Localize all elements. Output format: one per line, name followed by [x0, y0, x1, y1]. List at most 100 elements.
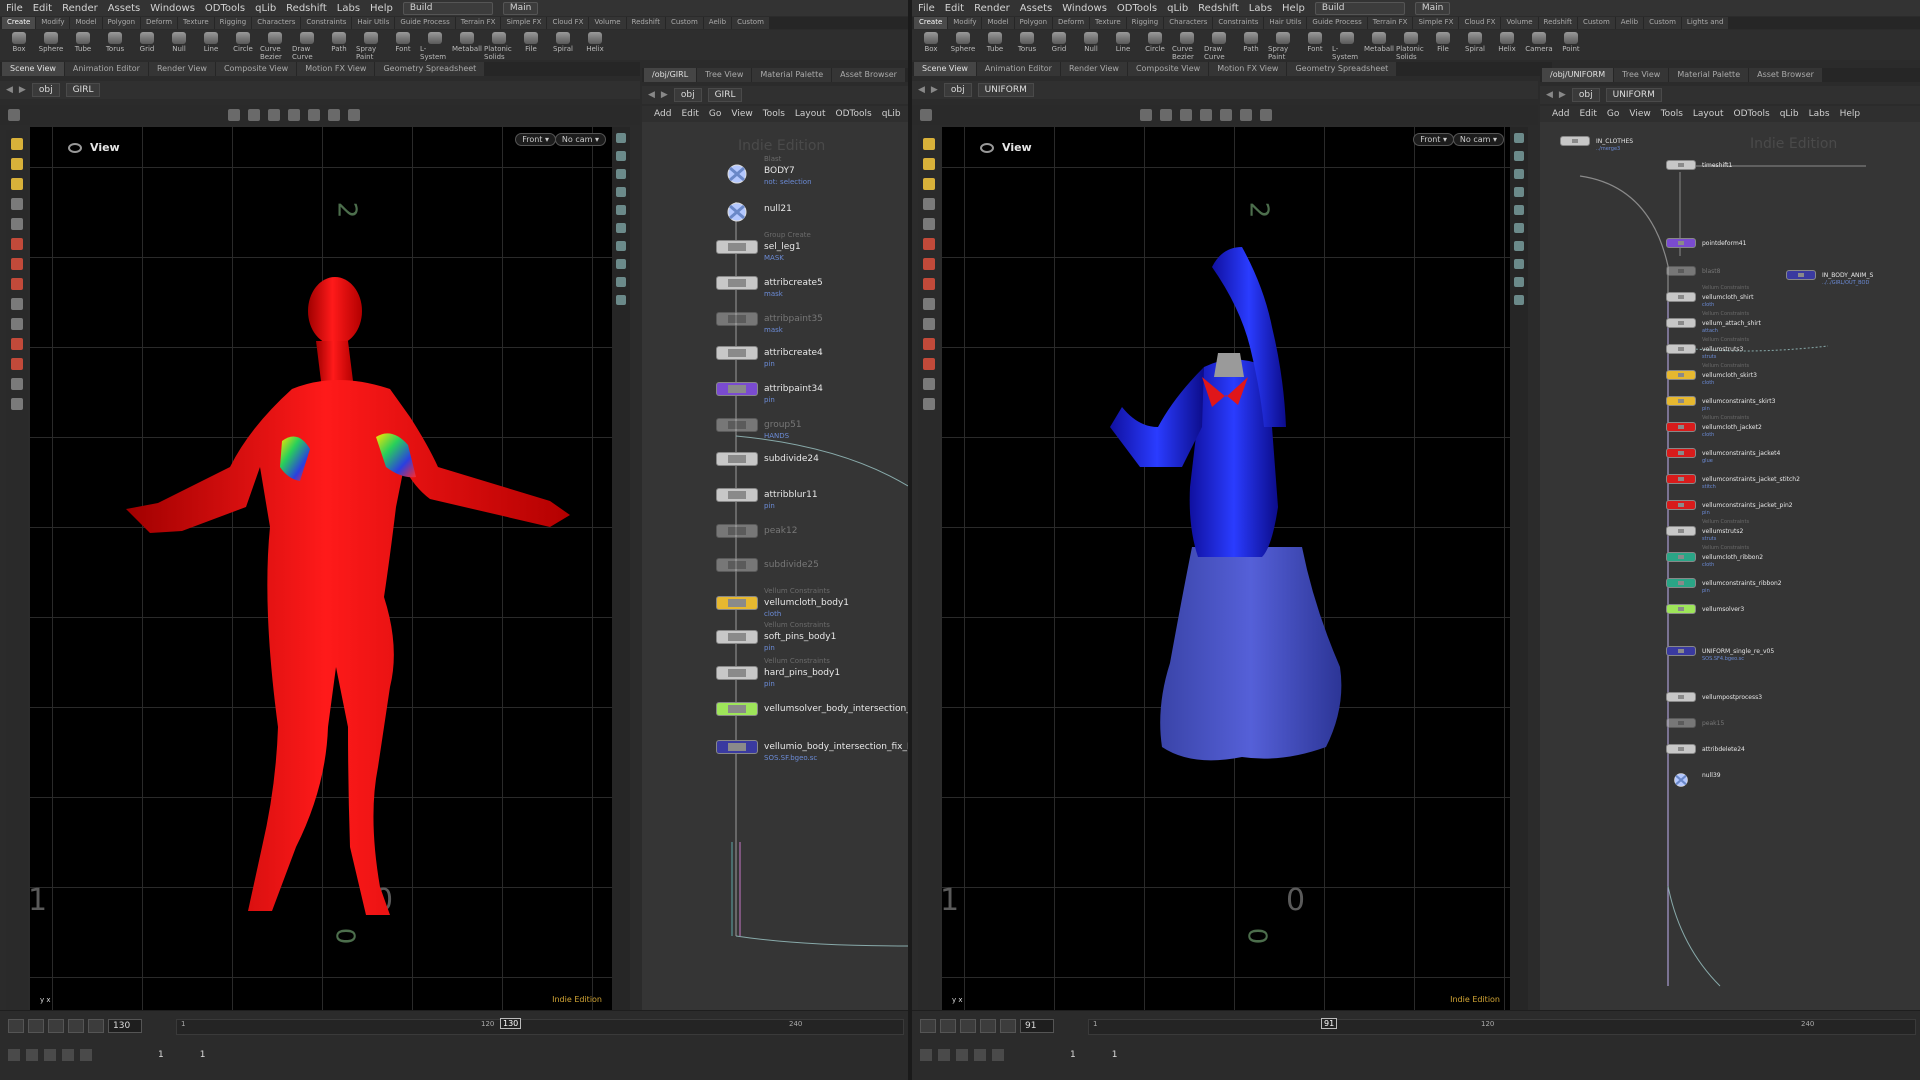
tool-spray-paint[interactable]: Spray Paint: [1268, 32, 1298, 61]
audio-icon[interactable]: [8, 1049, 20, 1061]
menu-labs[interactable]: Labs: [1249, 3, 1272, 14]
frame-cursor[interactable]: 91: [1321, 1018, 1338, 1029]
tool-camera[interactable]: Camera: [1524, 32, 1554, 53]
settings-icon[interactable]: [992, 1049, 1004, 1061]
tool-curve-bezier[interactable]: Curve Bezier: [260, 32, 290, 61]
shelf-tab[interactable]: Hair Utils: [352, 17, 395, 29]
stop-icon[interactable]: [960, 1019, 976, 1033]
tool-box[interactable]: Box: [4, 32, 34, 53]
network-node[interactable]: vellumconstraints_skirt3 pin: [1666, 396, 1775, 412]
network-node[interactable]: null21: [716, 202, 792, 222]
shelf-tab[interactable]: Rigging: [1126, 17, 1164, 29]
handle-icon[interactable]: [923, 138, 935, 150]
current-frame-field[interactable]: 91: [1020, 1019, 1054, 1033]
stop-icon[interactable]: [48, 1019, 64, 1033]
guide-icon[interactable]: [616, 295, 626, 305]
tool-tube[interactable]: Tube: [68, 32, 98, 53]
tool-point[interactable]: Point: [1556, 32, 1586, 53]
snapshot-icon[interactable]: [923, 398, 935, 410]
girl-body-mesh[interactable]: [30, 127, 612, 1010]
menu-odtools[interactable]: ODTools: [1117, 3, 1157, 14]
network-node[interactable]: soft_pins_body1 Vellum Constraints pin: [716, 621, 836, 652]
shelf-tab[interactable]: Redshift: [1538, 17, 1577, 29]
network-node[interactable]: vellumconstraints_ribbon2 pin: [1666, 578, 1782, 594]
tool-circle[interactable]: Circle: [228, 32, 258, 53]
network-node[interactable]: IN_BODY_ANIM_S ../../GIRL/OUT_BOD: [1786, 270, 1873, 286]
menu-edit[interactable]: Edit: [33, 3, 52, 14]
network-node[interactable]: subdivide24: [716, 452, 819, 466]
select-objects-icon[interactable]: [923, 318, 935, 330]
pose-icon[interactable]: [11, 158, 23, 170]
shelf-tab[interactable]: Model: [982, 17, 1014, 29]
network-node[interactable]: attribdelete24: [1666, 744, 1745, 754]
tool-file[interactable]: File: [1428, 32, 1458, 53]
light-icon[interactable]: [1514, 205, 1524, 215]
network-node[interactable]: sel_leg1 Group Create MASK: [716, 231, 811, 262]
bounds-icon[interactable]: [1514, 241, 1524, 251]
network-node[interactable]: vellumpostprocess3: [1666, 692, 1762, 702]
menu-labs[interactable]: Labs: [337, 3, 360, 14]
camera-icon[interactable]: [1514, 187, 1524, 197]
bounds-icon[interactable]: [616, 241, 626, 251]
menu-edit[interactable]: Edit: [945, 3, 964, 14]
path-root[interactable]: obj: [673, 88, 702, 102]
lock-icon[interactable]: [923, 218, 935, 230]
tool-torus[interactable]: Torus: [100, 32, 130, 53]
select-objects-icon[interactable]: [11, 318, 23, 330]
shading-icon[interactable]: [1514, 151, 1524, 161]
network-node[interactable]: vellumsolver_body_intersection_: [716, 702, 908, 716]
light-icon[interactable]: [616, 205, 626, 215]
network-node[interactable]: pointdeform41: [1666, 238, 1746, 248]
display-icon[interactable]: [616, 133, 626, 143]
tool-spiral[interactable]: Spiral: [1460, 32, 1490, 53]
pane-tab[interactable]: Render View: [148, 62, 215, 76]
pane-tab[interactable]: Scene View: [2, 62, 64, 76]
guide-icon[interactable]: [1514, 295, 1524, 305]
shelf-tab[interactable]: Texture: [178, 17, 214, 29]
shelf-tab[interactable]: Modify: [36, 17, 70, 29]
tool-circle[interactable]: Circle: [1140, 32, 1170, 53]
pane-tab[interactable]: Geometry Spreadsheet: [375, 62, 485, 76]
network-node[interactable]: UNIFORM_single_re_v05 SOS.SF4.bgeo.sc: [1666, 646, 1774, 662]
tool-sphere[interactable]: Sphere: [36, 32, 66, 53]
tool-line[interactable]: Line: [196, 32, 226, 53]
shelf-tab[interactable]: Hair Utils: [1264, 17, 1307, 29]
select-vertices-icon[interactable]: [11, 298, 23, 310]
loop-icon[interactable]: [44, 1049, 56, 1061]
tool-spray-paint[interactable]: Spray Paint: [356, 32, 386, 61]
jump-end-icon[interactable]: [1000, 1019, 1016, 1033]
range-end-field[interactable]: 1: [200, 1050, 206, 1060]
back-arrow-icon[interactable]: ◀: [6, 85, 13, 95]
lock-icon[interactable]: [11, 218, 23, 230]
workspace-dropdown[interactable]: Main: [1414, 1, 1451, 15]
uniform-cloth-mesh[interactable]: [942, 127, 1510, 1010]
menu-qlib[interactable]: qLib: [255, 3, 276, 14]
path-node[interactable]: GIRL: [707, 88, 743, 102]
network-node[interactable]: peak12: [716, 524, 797, 538]
pane-tab[interactable]: Render View: [1060, 62, 1127, 76]
realtime-icon[interactable]: [974, 1049, 986, 1061]
grid-icon[interactable]: [616, 223, 626, 233]
snap-point-icon[interactable]: [288, 109, 300, 121]
jump-start-icon[interactable]: [920, 1019, 936, 1033]
network-node[interactable]: vellumconstraints_jacket_stitch2 stitch: [1666, 474, 1800, 490]
menu-assets[interactable]: Assets: [1020, 3, 1053, 14]
handle-icon[interactable]: [11, 138, 23, 150]
shelf-tab[interactable]: Terrain FX: [455, 17, 501, 29]
network-node[interactable]: attribblur11 pin: [716, 488, 818, 510]
path-node[interactable]: UNIFORM: [977, 83, 1034, 97]
shelf-tab[interactable]: Guide Process: [1307, 17, 1367, 29]
tool-path[interactable]: Path: [1236, 32, 1266, 53]
pane-tab[interactable]: Motion FX View: [1209, 62, 1287, 76]
snap-icon[interactable]: [228, 109, 240, 121]
normals-icon[interactable]: [616, 259, 626, 269]
network-node[interactable]: attribpaint34 pin: [716, 382, 823, 404]
select-points-icon[interactable]: [923, 238, 935, 250]
audio-icon[interactable]: [920, 1049, 932, 1061]
network-editor[interactable]: AddEditGoViewToolsLayoutODToolsqLibL Ind…: [642, 106, 908, 1010]
current-frame-field[interactable]: 130: [108, 1019, 142, 1033]
camera-icon[interactable]: [616, 187, 626, 197]
menu-file[interactable]: File: [6, 3, 23, 14]
back-arrow-icon[interactable]: ◀: [648, 90, 655, 100]
tool-l-system[interactable]: L-System: [1332, 32, 1362, 61]
